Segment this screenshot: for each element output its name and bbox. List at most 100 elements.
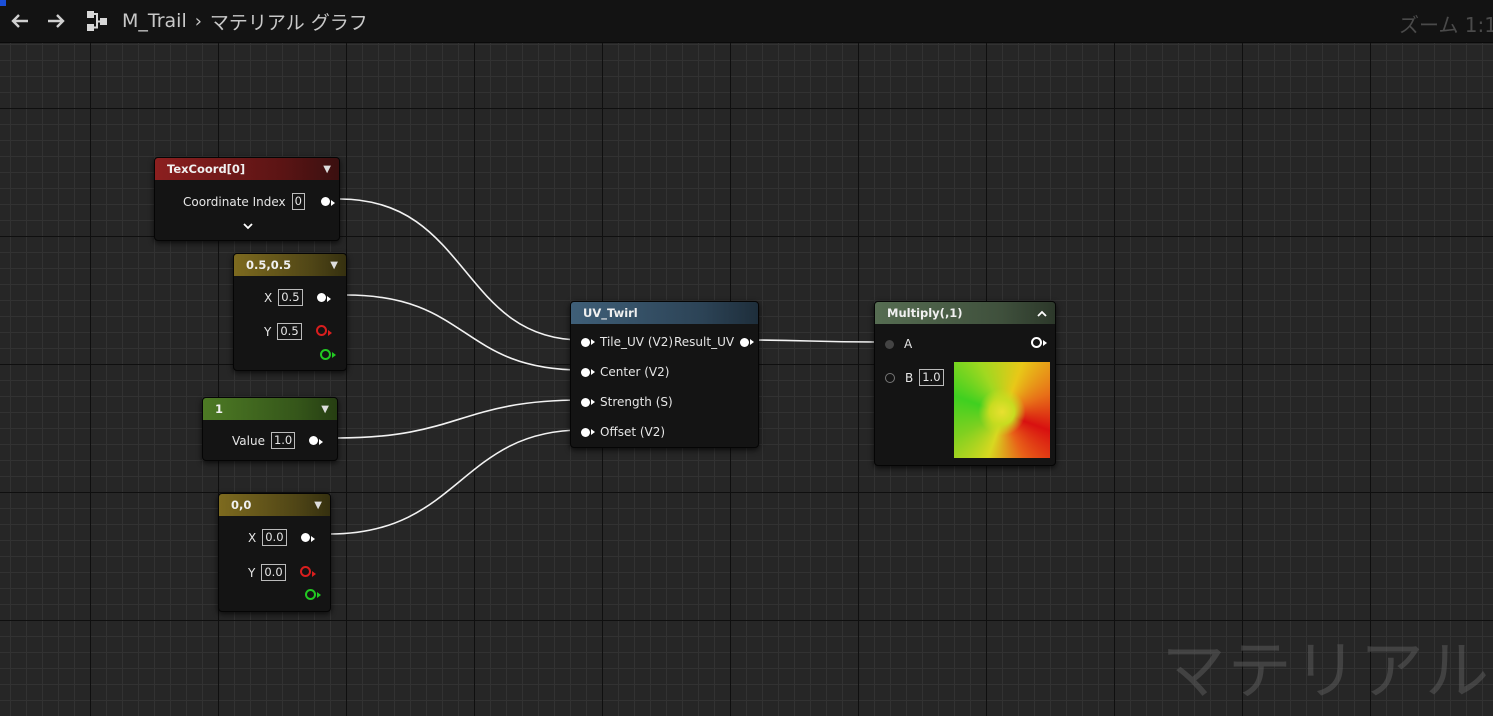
output-label: Result_UV	[674, 335, 735, 349]
x-label: X	[264, 290, 273, 305]
pin-arrow-icon	[591, 399, 595, 405]
pin-icon	[309, 435, 319, 445]
x-row: X 0.0	[248, 529, 315, 546]
pin-arrow-icon	[591, 429, 595, 435]
chevron-down-icon[interactable]: ▼	[330, 260, 338, 271]
node-title: 1	[215, 402, 224, 416]
red-output-pin[interactable]	[315, 324, 332, 339]
x-field[interactable]: 0.0	[262, 529, 287, 546]
green-output-pin[interactable]	[305, 589, 321, 600]
tile-uv-input[interactable]: Tile_UV (V2)	[581, 335, 673, 349]
input-label: Strength (S)	[600, 395, 673, 409]
x-output-pin[interactable]	[300, 531, 315, 545]
red-output-pin[interactable]	[299, 565, 316, 580]
pin-icon	[299, 565, 311, 577]
node-title: TexCoord[0]	[167, 162, 246, 176]
chevron-down-icon[interactable]: ▼	[321, 404, 329, 415]
wire-center-to-center	[345, 294, 583, 371]
pin-icon	[300, 532, 310, 542]
coordinate-index-label: Coordinate Index	[183, 194, 286, 209]
wire-offset-to-offset	[329, 429, 583, 535]
pin-arrow-icon	[591, 339, 595, 345]
strength-input[interactable]: Strength (S)	[581, 395, 673, 409]
pin-arrow-icon	[326, 295, 331, 302]
wire-result-to-a	[745, 339, 877, 343]
node-title: UV_Twirl	[583, 306, 638, 320]
y-row: Y 0.0	[248, 564, 316, 581]
pin-icon	[320, 196, 330, 206]
texcoord-node[interactable]: TexCoord[0] ▼ Coordinate Index 0	[154, 157, 340, 241]
multiply-output-pin[interactable]	[1031, 337, 1047, 348]
pin-arrow-icon	[1043, 339, 1047, 346]
uv-twirl-node[interactable]: UV_Twirl Tile_UV (V2) Result_UV Center (…	[570, 301, 759, 448]
chevron-down-icon[interactable]: ▼	[323, 164, 331, 175]
pin-arrow-icon	[330, 199, 335, 206]
center-constant-node[interactable]: 0.5,0.5 ▼ X 0.5 Y 0.5	[233, 253, 347, 371]
value-row: Value 1.0	[232, 432, 324, 449]
input-label: Tile_UV (V2)	[600, 335, 674, 349]
node-header[interactable]: 0.5,0.5 ▼	[234, 254, 346, 276]
pin-arrow-icon	[327, 329, 332, 336]
a-input[interactable]: A	[885, 337, 912, 351]
pin-icon	[320, 349, 331, 360]
node-header[interactable]: TexCoord[0] ▼	[155, 158, 339, 180]
offset-constant-node[interactable]: 0,0 ▼ X 0.0 Y 0.0	[218, 493, 331, 612]
pin-icon	[1031, 337, 1042, 348]
pin-icon	[581, 367, 590, 377]
node-title: Multiply(,1)	[887, 306, 963, 320]
node-title: 0,0	[231, 498, 252, 512]
node-header[interactable]: 1 ▼	[203, 398, 337, 420]
x-field[interactable]: 0.5	[278, 289, 303, 306]
x-label: X	[248, 530, 257, 545]
output-pin[interactable]	[320, 195, 335, 209]
pin-icon	[316, 292, 326, 302]
coordinate-index-field[interactable]: 0	[291, 193, 305, 210]
pin-arrow-icon	[310, 535, 315, 542]
center-input[interactable]: Center (V2)	[581, 365, 669, 379]
node-header[interactable]: UV_Twirl	[571, 302, 758, 324]
a-label: A	[904, 337, 913, 351]
output-pin[interactable]	[309, 434, 324, 448]
pin-arrow-icon	[332, 351, 336, 358]
result-uv-output[interactable]: Result_UV	[674, 335, 755, 349]
node-header[interactable]: 0,0 ▼	[219, 494, 330, 516]
b-label: B	[905, 370, 914, 385]
y-row: Y 0.5	[264, 323, 332, 340]
b-field[interactable]: 1.0	[919, 369, 944, 386]
pin-arrow-icon	[317, 591, 321, 598]
pin-icon	[885, 339, 894, 349]
input-label: Offset (V2)	[600, 425, 666, 439]
pin-arrow-icon	[750, 339, 755, 345]
multiply-node[interactable]: Multiply(,1) A B 1.0	[874, 301, 1056, 466]
coordinate-index-row: Coordinate Index 0	[183, 193, 335, 210]
expand-chevron-icon[interactable]	[243, 222, 253, 233]
node-title: 0.5,0.5	[246, 258, 292, 272]
chevron-down-icon[interactable]: ▼	[314, 500, 322, 511]
y-label: Y	[248, 565, 256, 580]
y-label: Y	[264, 324, 272, 339]
pin-icon	[581, 427, 590, 437]
node-header[interactable]: Multiply(,1)	[875, 302, 1055, 324]
pin-arrow-icon	[591, 369, 595, 375]
input-label: Center (V2)	[600, 365, 670, 379]
green-output-pin[interactable]	[320, 349, 336, 360]
offset-input[interactable]: Offset (V2)	[581, 425, 665, 439]
preview-thumbnail	[954, 362, 1050, 458]
wire-texcoord-to-tileuv	[339, 198, 583, 341]
pin-icon	[305, 589, 316, 600]
strength-constant-node[interactable]: 1 ▼ Value 1.0	[202, 397, 338, 461]
x-output-pin[interactable]	[316, 291, 331, 305]
y-field[interactable]: 0.5	[277, 323, 302, 340]
pin-arrow-icon	[319, 438, 324, 445]
value-field[interactable]: 1.0	[270, 432, 296, 449]
pin-icon	[581, 397, 590, 407]
x-row: X 0.5	[264, 289, 331, 306]
y-field[interactable]: 0.0	[261, 564, 286, 581]
b-input[interactable]: B 1.0	[885, 369, 944, 386]
wire-strength-to-strength	[336, 399, 583, 439]
pin-arrow-icon	[311, 570, 316, 577]
pin-icon	[581, 337, 590, 347]
chevron-up-icon[interactable]	[1037, 310, 1047, 317]
pin-icon	[885, 372, 895, 383]
value-label: Value	[232, 433, 265, 448]
